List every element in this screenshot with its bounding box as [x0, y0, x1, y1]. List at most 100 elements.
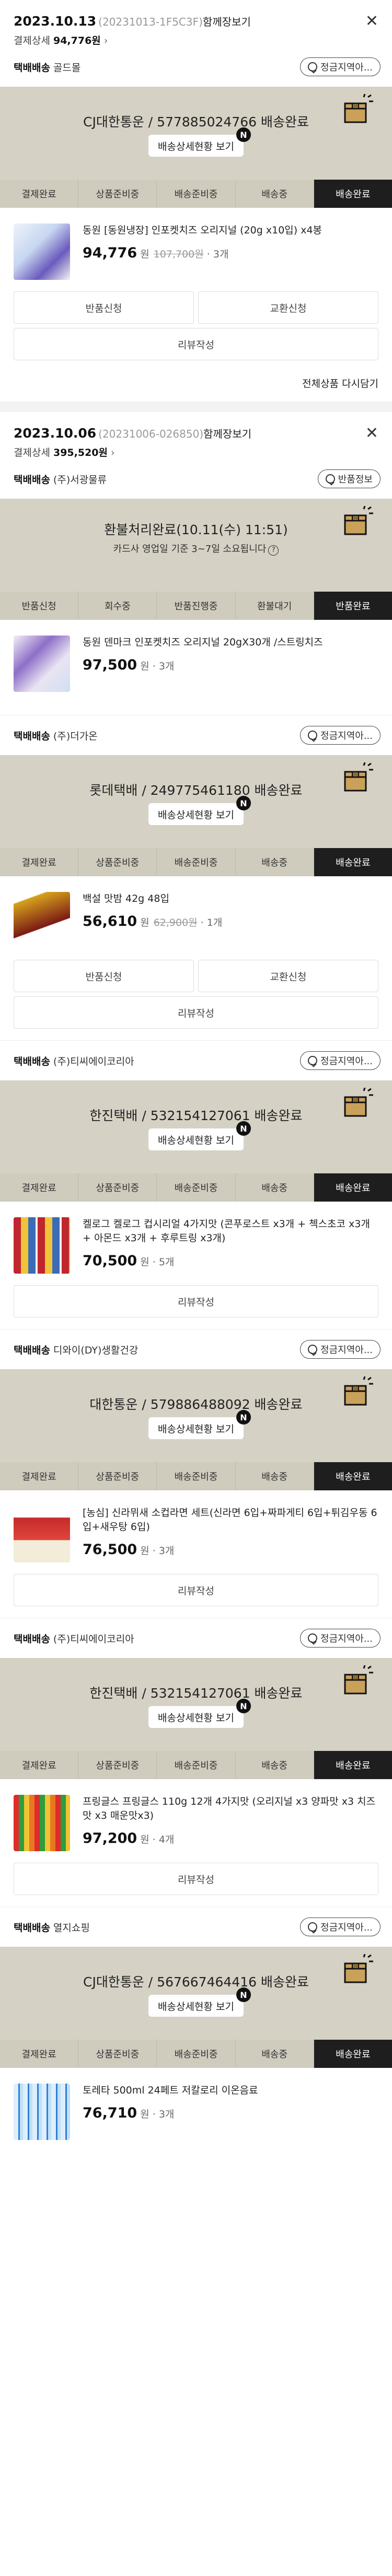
product-quantity: 3개 — [158, 661, 175, 672]
step-3: 배송준비중 — [157, 2040, 236, 2068]
price-value: 94,776 — [83, 245, 137, 261]
product-item[interactable]: 켈로그 켈로그 컵시리얼 4가지맛 (콘푸로스트 x3개 + 첵스초코 x3개 … — [0, 1202, 392, 1285]
step-1: 결제완료 — [0, 1173, 79, 1202]
step-1: 결제완료 — [0, 180, 79, 208]
product-thumbnail[interactable] — [14, 2084, 70, 2140]
price-unit: 원 — [140, 249, 149, 260]
close-icon[interactable]: ✕ — [365, 14, 378, 29]
product-price: 97,200 원 · 4개 — [83, 1830, 378, 1846]
return-request-button[interactable]: 반품신청 — [14, 291, 194, 324]
delivery-detail-button[interactable]: 배송상세현황 보기 N — [148, 1410, 251, 1439]
order-together-link[interactable]: 함께장보기 — [203, 16, 251, 28]
product-thumbnail[interactable] — [14, 1217, 70, 1274]
write-review-button[interactable]: 리뷰작성 — [14, 1863, 378, 1895]
new-badge: N — [236, 1121, 251, 1136]
product-price: 70,500 원 · 5개 — [83, 1253, 378, 1269]
shipping-type: 택배배송 — [14, 474, 50, 486]
product-item[interactable]: 프링글스 프링글스 110g 12개 4가지맛 (오리지널 x3 양파맛 x3 … — [0, 1779, 392, 1863]
action-row: 리뷰작성 — [14, 1863, 378, 1895]
close-icon[interactable]: ✕ — [365, 426, 378, 441]
product-thumbnail[interactable] — [14, 1506, 70, 1562]
product-name[interactable]: 동원 덴마크 인포켓치즈 오리지널 20gX30개 /스트링치즈 — [83, 636, 378, 650]
product-name[interactable]: 켈로그 켈로그 컵시리얼 4가지맛 (콘푸로스트 x3개 + 첵스초코 x3개 … — [83, 1217, 378, 1245]
step-1: 결제완료 — [0, 2040, 79, 2068]
order-together-link[interactable]: 함께장보기 — [203, 428, 251, 440]
product-name[interactable]: [농심] 신라뮈새 소컵라면 세트(신라면 6입+짜파게티 6입+튀김우동 6입… — [83, 1506, 378, 1534]
delivery-detail-button[interactable]: 배송상세현황 보기 N — [148, 127, 251, 157]
delivery-detail-label: 배송상세현황 보기 — [158, 809, 234, 821]
product-item[interactable]: 동원 덴마크 인포켓치즈 오리지널 20gX30개 /스트링치즈 97,500 원 … — [0, 620, 392, 703]
info-icon[interactable]: ? — [268, 545, 279, 556]
payment-amount: 94,776원 — [53, 35, 101, 46]
qty-separator: · — [200, 917, 204, 928]
product-thumbnail[interactable] — [14, 636, 70, 692]
tracking-status: 한진택배 / 532154127061 배송완료 — [89, 1108, 303, 1123]
write-review-button[interactable]: 리뷰작성 — [14, 328, 378, 360]
delivery-info-button[interactable]: 정금지역아... — [300, 1918, 381, 1936]
product-thumbnail[interactable] — [14, 892, 70, 948]
step-2: 상품준비중 — [78, 1462, 157, 1490]
refund-note: 카드사 영업일 기준 3~7일 소요됩니다? — [0, 542, 392, 556]
delivery-detail-button[interactable]: 배송상세현황 보기 N — [148, 1699, 251, 1728]
action-row: 반품신청 교환신청 — [14, 960, 378, 992]
delivery-info-button[interactable]: 정금지역아... — [300, 1051, 381, 1070]
order-date: 2023.10.06 — [14, 426, 97, 441]
shipping-type: 택배배송 — [14, 1344, 50, 1356]
product-item[interactable]: [농심] 신라뮈새 소컵라면 세트(신라면 6입+짜파게티 6입+튀김우동 6입… — [0, 1490, 392, 1574]
delivery-info-button[interactable]: 정금지역아... — [300, 726, 381, 745]
order-date: 2023.10.13 — [14, 14, 97, 29]
delivery-detail-label: 배송상세현황 보기 — [158, 1712, 234, 1724]
price-value: 56,610 — [83, 913, 137, 930]
exchange-request-button[interactable]: 교환신청 — [198, 291, 378, 324]
write-review-button[interactable]: 리뷰작성 — [14, 996, 378, 1029]
product-thumbnail[interactable] — [14, 224, 70, 280]
product-name[interactable]: 토레타 500ml 24페트 저칼로리 이온음료 — [83, 2084, 378, 2098]
delivery-detail-button[interactable]: 배송상세현황 보기 N — [148, 1987, 251, 2017]
product-name[interactable]: 동원 [동원냉장] 인포켓치즈 오리지널 (20g x10입) x4봉 — [83, 224, 378, 238]
delivery-detail-button[interactable]: 배송상세현황 보기 N — [148, 796, 251, 825]
product-item[interactable]: 토레타 500ml 24페트 저칼로리 이온음료 76,710 원 · 3개 — [0, 2068, 392, 2151]
package-actions: 리뷰작성 — [0, 1574, 392, 1606]
delivery-stepper: 결제완료 상품준비중 배송준비중 배송중 배송완료 — [0, 848, 392, 876]
delivery-info-button[interactable]: 정금지역아... — [300, 1340, 381, 1359]
step-2: 상품준비중 — [78, 2040, 157, 2068]
order-history-page: 2023.10.13 (20231013-1F5C3F)함께장보기 ✕ 결제상세 94… — [0, 0, 392, 2576]
step-2: 상품준비중 — [78, 848, 157, 876]
delivery-info-button[interactable]: 정금지역아... — [300, 57, 381, 76]
product-quantity: 1개 — [206, 917, 223, 928]
price-value: 76,710 — [83, 2105, 137, 2121]
delivery-info-label: 정금지역아... — [320, 1056, 373, 1067]
delivery-detail-button[interactable]: 배송상세현황 보기 N — [148, 1121, 251, 1150]
step-2: 상품준비중 — [78, 1173, 157, 1202]
order-header: 2023.10.13 (20231013-1F5C3F)함께장보기 ✕ 결제상세 94… — [0, 0, 392, 47]
price-unit: 원 — [140, 661, 149, 672]
write-review-button[interactable]: 리뷰작성 — [14, 1285, 378, 1318]
delivery-box-icon — [341, 1087, 374, 1119]
return-request-button[interactable]: 반품신청 — [14, 960, 194, 992]
tracking-status: 한진택배 / 532154127061 배송완료 — [89, 1686, 303, 1701]
payment-detail-link[interactable]: 결제상세 395,520원 › — [14, 445, 378, 459]
original-price: 107,700원 — [153, 249, 204, 260]
delivery-info-button[interactable]: 정금지역아... — [300, 1629, 381, 1648]
product-item[interactable]: 백설 맛밤 42g 48입 56,610 원 62,900원 · 1개 — [0, 876, 392, 960]
payment-detail-link[interactable]: 결제상세 94,776원 › — [14, 33, 378, 47]
product-name[interactable]: 프링글스 프링글스 110g 12개 4가지맛 (오리지널 x3 양파맛 x3 … — [83, 1795, 378, 1823]
product-info: 켈로그 켈로그 컵시리얼 4가지맛 (콘푸로스트 x3개 + 첵스초코 x3개 … — [83, 1217, 378, 1274]
delivery-status-band: 롯데택배 / 249775461180 배송완료 배송상세현황 보기 N 결제완료 상품… — [0, 755, 392, 876]
exchange-request-button[interactable]: 교환신청 — [198, 960, 378, 992]
write-review-button[interactable]: 리뷰작성 — [14, 1574, 378, 1606]
delivery-info-button[interactable]: 반품정보 — [317, 469, 381, 488]
delivery-box-icon — [341, 1665, 374, 1697]
delivery-info-label: 정금지역아... — [320, 1922, 373, 1933]
product-item[interactable]: 동원 [동원냉장] 인포켓치즈 오리지널 (20g x10입) x4봉 94,77… — [0, 208, 392, 291]
step-4: 배송중 — [235, 180, 314, 208]
step-5: 배송완료 — [314, 848, 392, 876]
product-name[interactable]: 백설 맛밤 42g 48입 — [83, 892, 378, 906]
product-thumbnail[interactable] — [14, 1795, 70, 1851]
add-all-to-cart-link[interactable]: 전체상품 다시담기 — [0, 364, 392, 402]
step-3: 반품진행중 — [157, 592, 236, 620]
delivery-box-icon — [341, 1954, 374, 1985]
package-actions: 반품신청 교환신청리뷰작성 — [0, 960, 392, 1029]
tracking-status: 롯데택배 / 249775461180 배송완료 — [89, 783, 303, 798]
package-header: 택배배송 디와이(DY)생활건강 정금지역아... — [0, 1330, 392, 1369]
